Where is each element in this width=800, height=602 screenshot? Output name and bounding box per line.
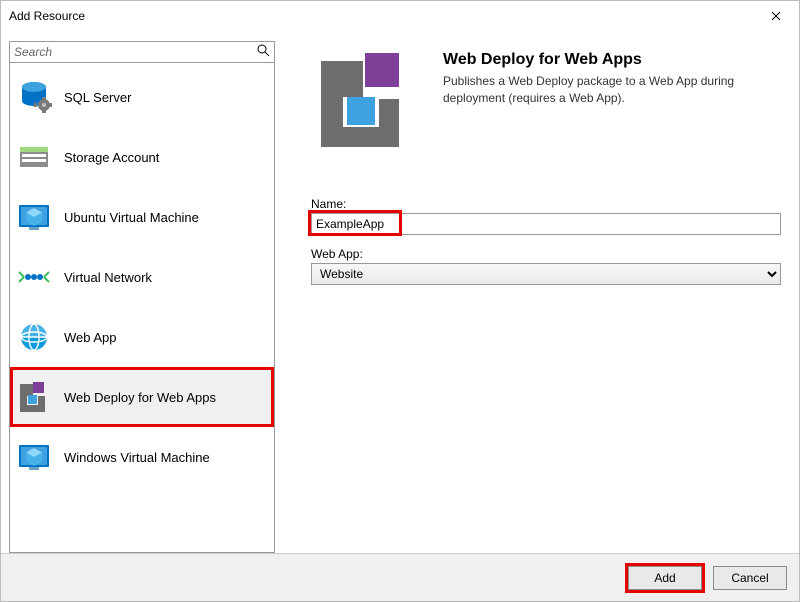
resource-item-web-app[interactable]: Web App — [10, 307, 274, 367]
search-field[interactable] — [9, 41, 275, 63]
storage-account-icon — [16, 139, 52, 175]
web-deploy-icon — [16, 379, 52, 415]
search-input[interactable] — [10, 42, 274, 62]
web-deploy-large-icon — [311, 47, 419, 155]
name-label: Name: — [311, 197, 781, 211]
name-input[interactable] — [311, 213, 781, 235]
resource-item-label: Windows Virtual Machine — [64, 450, 210, 465]
titlebar: Add Resource — [1, 1, 799, 31]
resource-item-label: Web Deploy for Web Apps — [64, 390, 216, 405]
webapp-select[interactable]: Website — [311, 263, 781, 285]
resource-item-label: Storage Account — [64, 150, 159, 165]
resource-item-label: SQL Server — [64, 90, 131, 105]
add-button[interactable]: Add — [628, 566, 702, 590]
name-field-wrap — [311, 213, 781, 235]
close-icon — [771, 11, 781, 21]
resource-list[interactable]: SQL Server Storage Account Ubuntu Virtua… — [9, 63, 275, 553]
ubuntu-vm-icon — [16, 199, 52, 235]
windows-vm-icon — [16, 439, 52, 475]
window-title: Add Resource — [9, 9, 85, 23]
resource-item-storage-account[interactable]: Storage Account — [10, 127, 274, 187]
add-resource-dialog: Add Resource SQL Server — [0, 0, 800, 602]
detail-header: Web Deploy for Web Apps Publishes a Web … — [311, 47, 781, 155]
dialog-footer: Add Cancel — [1, 553, 799, 601]
detail-description: Publishes a Web Deploy package to a Web … — [443, 73, 763, 107]
resource-item-label: Web App — [64, 330, 117, 345]
close-button[interactable] — [753, 1, 799, 31]
sql-server-icon — [16, 79, 52, 115]
add-button-highlight: Add — [625, 563, 705, 593]
dialog-body: SQL Server Storage Account Ubuntu Virtua… — [1, 31, 799, 553]
web-app-icon — [16, 319, 52, 355]
virtual-network-icon — [16, 259, 52, 295]
resource-item-label: Ubuntu Virtual Machine — [64, 210, 199, 225]
webapp-label: Web App: — [311, 247, 781, 261]
detail-title: Web Deploy for Web Apps — [443, 51, 763, 69]
resource-item-windows-vm[interactable]: Windows Virtual Machine — [10, 427, 274, 487]
details-panel: Web Deploy for Web Apps Publishes a Web … — [283, 31, 799, 553]
resource-item-virtual-network[interactable]: Virtual Network — [10, 247, 274, 307]
resource-item-ubuntu-vm[interactable]: Ubuntu Virtual Machine — [10, 187, 274, 247]
resource-item-web-deploy[interactable]: Web Deploy for Web Apps — [10, 367, 274, 427]
resource-item-label: Virtual Network — [64, 270, 152, 285]
cancel-button[interactable]: Cancel — [713, 566, 787, 590]
resource-item-sql-server[interactable]: SQL Server — [10, 67, 274, 127]
resource-list-panel: SQL Server Storage Account Ubuntu Virtua… — [1, 31, 283, 553]
